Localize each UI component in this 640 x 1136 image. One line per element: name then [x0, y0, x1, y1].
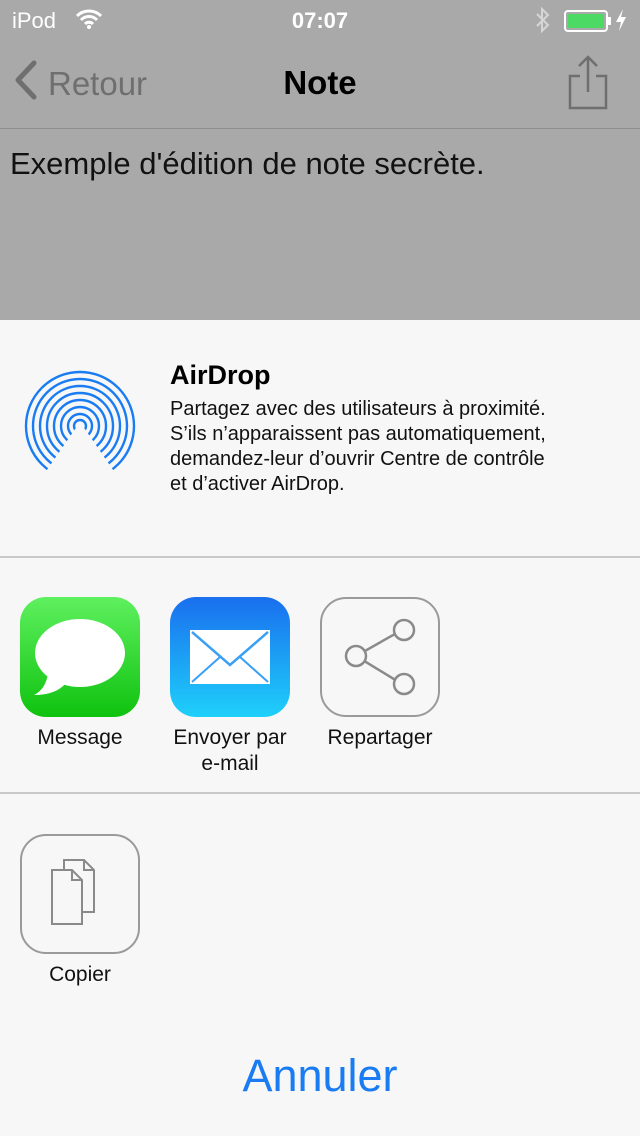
message-icon: [20, 597, 140, 717]
airdrop-icon: [22, 370, 138, 485]
tile-label-line: Envoyer par: [173, 726, 287, 749]
copy-label: Copier: [5, 962, 155, 988]
airdrop-title: AirDrop: [170, 360, 271, 390]
secondary-actions-row: Copier: [0, 794, 640, 1034]
charging-icon: [614, 8, 628, 38]
airdrop-description-line: S’ils n’apparaissent pas automatiquement…: [170, 423, 546, 445]
tile-label-line: Repartager: [327, 726, 433, 749]
navigation-bar: Retour Note: [0, 40, 640, 129]
share-icon: [568, 55, 608, 110]
share-button[interactable]: [566, 54, 610, 110]
tile-label-line: Copier: [49, 963, 111, 986]
copy-icon: [20, 834, 140, 954]
note-screen: iPod 07:07 Retour Note Exemple d'édition…: [0, 0, 640, 320]
share-actions-row: Message Envoyer par e-mail Repartager: [0, 558, 640, 794]
airdrop-description: Partagez avec des utilisateurs à proximi…: [170, 397, 610, 497]
tile-label-line: e-mail: [201, 752, 259, 775]
battery-icon: [564, 10, 612, 38]
message-action[interactable]: Message: [5, 597, 155, 751]
cancel-button[interactable]: Annuler: [0, 1050, 640, 1110]
share-sheet: AirDrop Partagez avec des utilisateurs à…: [0, 320, 640, 1136]
mail-icon: [170, 597, 290, 717]
bluetooth-icon: [534, 6, 552, 39]
email-action[interactable]: Envoyer par e-mail: [155, 597, 305, 777]
copy-action[interactable]: Copier: [5, 834, 155, 988]
tile-label-line: Message: [37, 726, 123, 749]
message-label: Message: [5, 725, 155, 751]
reshare-label: Repartager: [305, 725, 455, 751]
reshare-action[interactable]: Repartager: [305, 597, 455, 751]
airdrop-description-line: demandez-leur d’ouvrir Centre de contrôl…: [170, 448, 545, 470]
email-label: Envoyer par e-mail: [155, 725, 305, 777]
airdrop-section: AirDrop Partagez avec des utilisateurs à…: [0, 320, 640, 558]
page-title: Note: [283, 64, 357, 101]
note-text[interactable]: Exemple d'édition de note secrète.: [10, 146, 485, 182]
airdrop-description-line: Partagez avec des utilisateurs à proximi…: [170, 398, 546, 420]
status-bar: iPod 07:07: [0, 0, 640, 40]
reshare-icon: [320, 597, 440, 717]
airdrop-description-line: et d’activer AirDrop.: [170, 473, 345, 495]
